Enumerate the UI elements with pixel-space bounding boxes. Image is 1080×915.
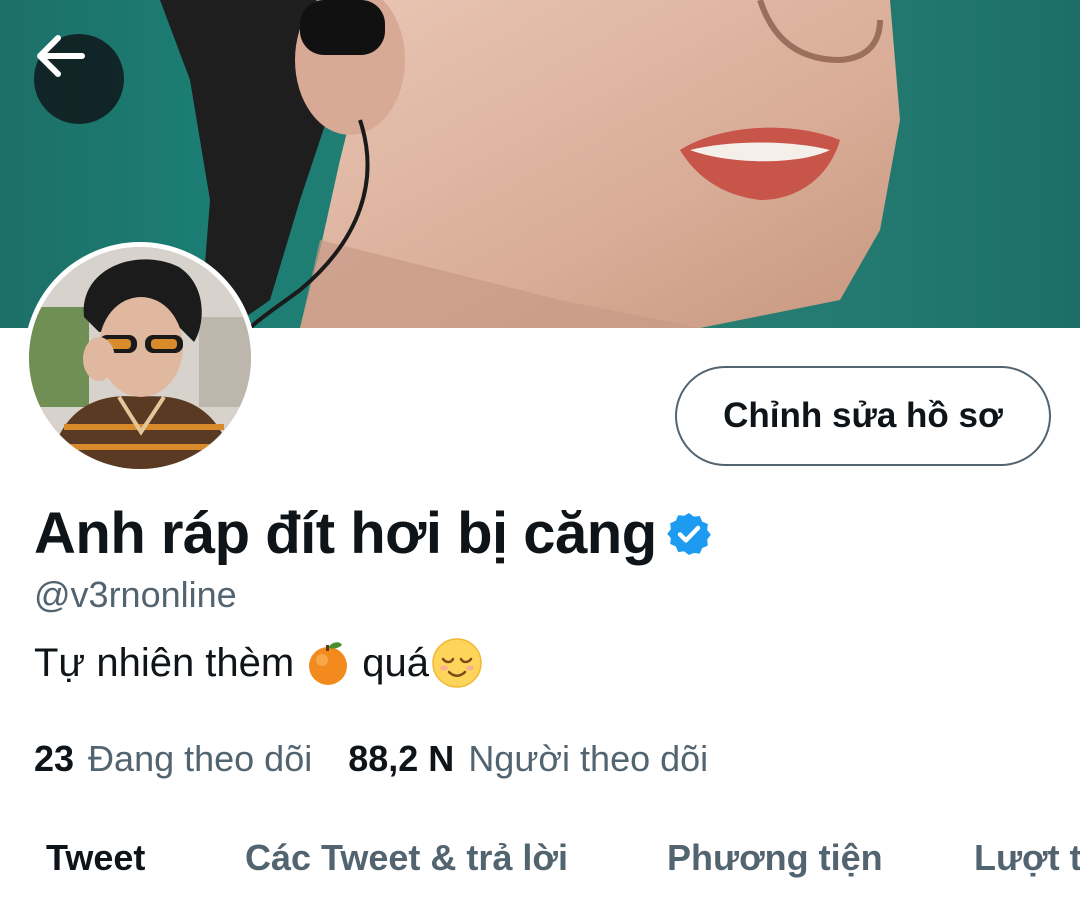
followers-link[interactable]: 88,2 N Người theo dõi	[348, 738, 708, 780]
display-name: Anh ráp đít hơi bị căng	[34, 501, 657, 566]
following-count: 23	[34, 738, 75, 779]
tangerine-emoji-icon	[304, 639, 352, 687]
username-handle: @v3rnonline	[34, 574, 237, 615]
arrow-left-icon	[37, 35, 85, 77]
followers-label: Người theo dõi	[468, 738, 709, 779]
back-button[interactable]	[34, 34, 124, 124]
follow-stats: 23 Đang theo dõi 88,2 N Người theo dõi	[34, 738, 708, 780]
followers-count: 88,2 N	[348, 738, 455, 779]
tab-tweets-and-replies[interactable]: Các Tweet & trả lời	[245, 837, 568, 879]
profile-page: Chỉnh sửa hồ sơ Anh ráp đít hơi bị căng …	[0, 0, 1080, 915]
following-link[interactable]: 23 Đang theo dõi	[34, 738, 312, 780]
profile-bio: Tự nhiên thèm quá	[34, 637, 493, 689]
bio-text-part1: Tự nhiên thèm	[34, 640, 295, 685]
tab-media[interactable]: Phương tiện	[667, 837, 883, 879]
profile-tabs: Tweet Các Tweet & trả lời Phương tiện Lư…	[0, 825, 1080, 895]
profile-avatar[interactable]	[24, 242, 256, 474]
verified-badge-icon[interactable]	[665, 510, 713, 558]
bio-text-part2: quá	[362, 640, 429, 685]
relieved-face-emoji-icon	[431, 637, 483, 689]
avatar-image	[29, 247, 251, 469]
display-name-row: Anh ráp đít hơi bị căng	[34, 500, 713, 567]
tab-likes[interactable]: Lượt thích	[974, 837, 1080, 879]
edit-profile-button[interactable]: Chỉnh sửa hồ sơ	[675, 366, 1051, 466]
following-label: Đang theo dõi	[88, 738, 313, 779]
tab-tweets[interactable]: Tweet	[46, 837, 145, 879]
